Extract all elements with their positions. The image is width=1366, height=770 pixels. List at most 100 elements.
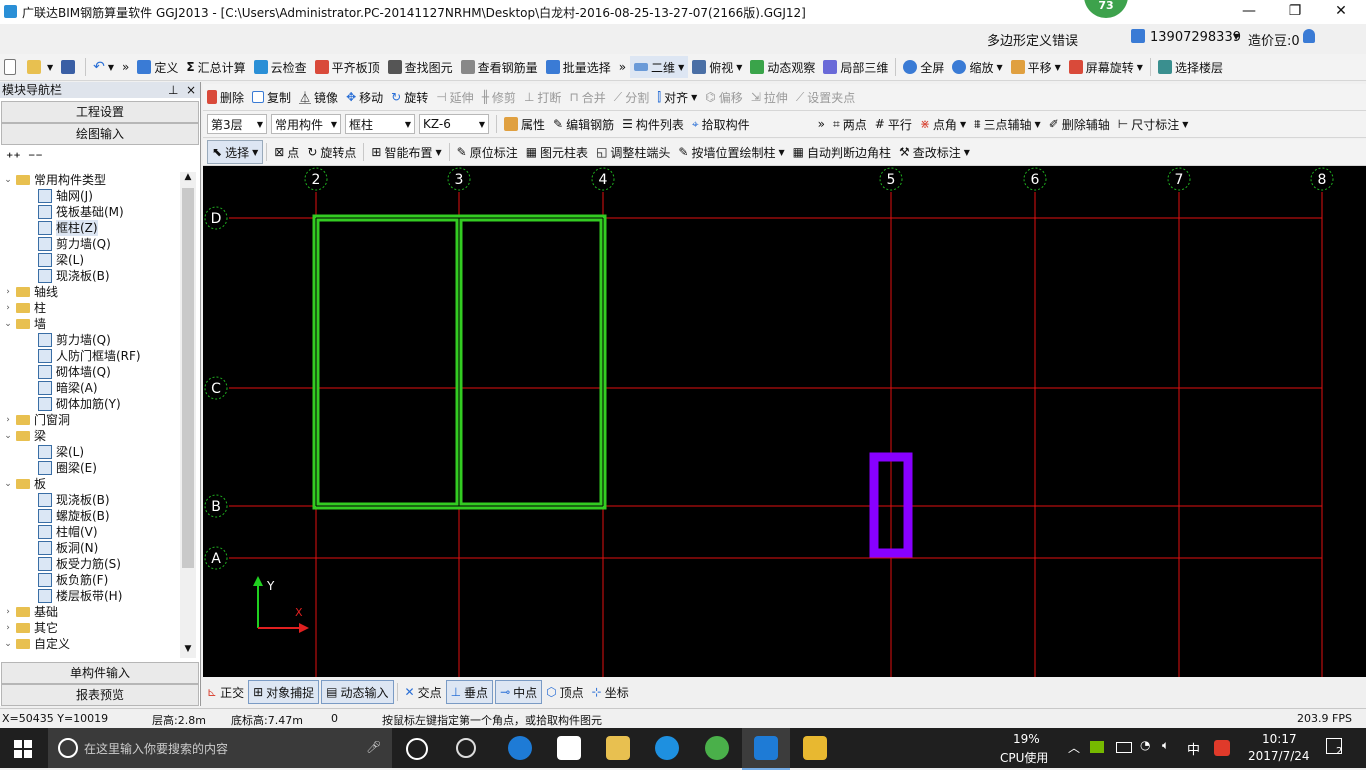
tree-group[interactable]: › 门窗洞 — [2, 412, 178, 428]
tb3-pick[interactable]: ⌖ 拾取构件 — [688, 113, 754, 135]
file-explorer-icon[interactable] — [606, 736, 630, 760]
tb3-component-list[interactable]: ☰ 构件列表 — [618, 113, 688, 135]
overflow-chevron-icon[interactable]: » — [615, 56, 630, 78]
tb1-batch-select[interactable]: 批量选择 — [542, 56, 615, 78]
tb2-copy[interactable]: 复制 — [248, 86, 295, 108]
user-phone[interactable]: 13907298339 — [1150, 30, 1241, 45]
tb4-edit-label[interactable]: ⚒ 查改标注 ▼ — [895, 141, 974, 163]
tb1-flush-top[interactable]: 平齐板顶 — [311, 56, 384, 78]
tree-group[interactable]: ⌄ 板 — [2, 476, 178, 492]
axis-label-5[interactable]: 5 — [887, 172, 896, 188]
tree-item[interactable]: 板洞(N) — [2, 540, 178, 556]
store-icon[interactable] — [557, 736, 581, 760]
ucs-x-arrow[interactable] — [299, 623, 309, 633]
axis-label-B[interactable]: B — [211, 499, 221, 515]
panel-close-icon[interactable]: × — [186, 82, 196, 98]
tree-item[interactable]: 剪力墙(Q) — [2, 236, 178, 252]
tb3-three-point-axis[interactable]: ⩩ 三点辅轴 ▼ — [970, 113, 1045, 135]
snap-intersection[interactable]: ✕ 交点 — [401, 681, 446, 703]
windows-start-icon[interactable] — [14, 740, 32, 758]
tree-item[interactable]: 螺旋板(B) — [2, 508, 178, 524]
snap-midpoint[interactable]: ⊸ 中点 — [495, 680, 543, 704]
axis-label-8[interactable]: 8 — [1318, 172, 1327, 188]
tb1-zoom[interactable]: 缩放 ▼ — [948, 56, 1006, 78]
tree-group[interactable]: › 其它 — [2, 620, 178, 636]
collapse-all-icon[interactable]: ⁻⁻ — [28, 150, 43, 166]
single-component-input-button[interactable]: 单构件输入 — [1, 662, 199, 684]
ggj-app-icon[interactable] — [754, 736, 778, 760]
tb4-column-table[interactable]: ▦ 图元柱表 — [522, 141, 592, 163]
tb2-mirror[interactable]: ⏅ 镜像 — [295, 86, 342, 108]
tree-group[interactable]: › 轴线 — [2, 284, 178, 300]
microphone-icon[interactable]: 🎤︎ — [366, 740, 381, 754]
tb2-extend[interactable]: ⊣ 延伸 — [432, 86, 477, 108]
tb3-point-angle[interactable]: ⋇ 点角 ▼ — [916, 113, 970, 135]
clock-date[interactable]: 2017/7/24 — [1248, 749, 1310, 763]
tree-item[interactable]: 板受力筋(S) — [2, 556, 178, 572]
close-button[interactable]: ✕ — [1318, 0, 1364, 24]
tb4-point[interactable]: ⊠ 点 — [270, 141, 303, 163]
task-view-icon[interactable] — [406, 738, 428, 760]
snap-perpendicular[interactable]: ⊥ 垂点 — [445, 680, 494, 704]
tb1-pan[interactable]: 平移 ▼ — [1007, 56, 1065, 78]
bell-icon[interactable] — [1303, 29, 1315, 43]
snap-coordinate[interactable]: ⊹ 坐标 — [588, 681, 633, 703]
edge-icon[interactable] — [508, 736, 532, 760]
volume-icon[interactable]: 🔈︎ — [1162, 738, 1169, 753]
snap-vertex[interactable]: ⬡ 顶点 — [542, 681, 588, 703]
taskbar-search-box[interactable]: 在这里输入你要搜索的内容 🎤︎ — [48, 728, 392, 768]
expand-all-icon[interactable]: ⁺⁺ — [6, 150, 21, 166]
chevron-down-icon[interactable]: ⌄ — [2, 316, 14, 332]
tree-group[interactable]: ⌄ 自定义 — [2, 636, 178, 652]
clock-time[interactable]: 10:17 — [1262, 732, 1297, 746]
save-icon[interactable] — [57, 56, 82, 78]
tb1-fullscreen[interactable]: 全屏 — [899, 56, 948, 78]
tree-group[interactable]: ⌄ 墙 — [2, 316, 178, 332]
tb1-select-floor[interactable]: 选择楼层 — [1154, 56, 1227, 78]
tree-item[interactable]: 筏板基础(M) — [2, 204, 178, 220]
tree-item[interactable]: 梁(L) — [2, 444, 178, 460]
green-app-icon[interactable] — [705, 736, 729, 760]
tb2-split[interactable]: ⟋ 分割 — [610, 86, 653, 108]
tree-scrollbar[interactable]: ▲ ▼ — [180, 172, 196, 658]
error-message[interactable]: 多边形定义错误 — [987, 30, 1078, 49]
tb1-cloud-check[interactable]: 云检查 — [250, 56, 311, 78]
tb1-rotate-screen[interactable]: 屏幕旋转 ▼ — [1065, 56, 1147, 78]
axis-label-2[interactable]: 2 — [312, 172, 321, 188]
tb2-offset[interactable]: ⌬ 偏移 — [701, 86, 747, 108]
tree-item[interactable]: 梁(L) — [2, 252, 178, 268]
maximize-button[interactable]: ❐ — [1272, 0, 1318, 24]
drawing-canvas[interactable]: 2 3 4 5 6 7 8 D C B A Y X — [203, 166, 1366, 677]
drawing-input-button[interactable]: 绘图输入 — [1, 123, 199, 145]
axis-label-C[interactable]: C — [211, 381, 221, 397]
tree-item[interactable]: 现浇板(B) — [2, 492, 178, 508]
tb2-rotate[interactable]: ↻ 旋转 — [387, 86, 432, 108]
overflow-chevron-icon[interactable]: » — [814, 113, 829, 135]
tree-group[interactable]: › 基础 — [2, 604, 178, 620]
tb3-delete-axis[interactable]: ✐ 删除辅轴 — [1045, 113, 1114, 135]
tb4-rotate-point[interactable]: ↻ 旋转点 — [303, 141, 360, 163]
notes-app-icon[interactable] — [803, 736, 827, 760]
glodon-g-icon[interactable] — [655, 736, 679, 760]
tb2-move[interactable]: ✥ 移动 — [342, 86, 387, 108]
tb2-merge[interactable]: ⊓ 合并 — [565, 86, 609, 108]
tb3-dimension[interactable]: ⊢ 尺寸标注 ▼ — [1114, 113, 1193, 135]
chevron-down-icon[interactable]: ⌄ — [2, 636, 14, 652]
chevron-down-icon[interactable]: ⌄ — [2, 172, 14, 188]
tree-item[interactable]: 板负筋(F) — [2, 572, 178, 588]
ucs-x-label[interactable]: X — [295, 606, 303, 619]
new-file-icon[interactable] — [0, 56, 23, 78]
chevron-down-icon[interactable]: ⌄ — [2, 428, 14, 444]
snap-dynamic-input[interactable]: ▤ 动态输入 — [321, 680, 394, 704]
tb2-stretch[interactable]: ⇲ 拉伸 — [747, 86, 792, 108]
category-select[interactable]: 常用构件 ▼ — [271, 114, 341, 134]
tb4-by-wall[interactable]: ✎ 按墙位置绘制柱 ▼ — [674, 141, 788, 163]
tb1-define[interactable]: 定义 — [133, 56, 182, 78]
report-preview-button[interactable]: 报表预览 — [1, 684, 199, 706]
tree-item[interactable]: 柱帽(V) — [2, 524, 178, 540]
tree-item[interactable]: 砌体墙(Q) — [2, 364, 178, 380]
snap-ortho[interactable]: ⊾ 正交 — [203, 681, 248, 703]
tb1-summary[interactable]: Σ 汇总计算 — [182, 56, 249, 78]
axis-label-7[interactable]: 7 — [1175, 172, 1184, 188]
tree-group[interactable]: › 柱 — [2, 300, 178, 316]
